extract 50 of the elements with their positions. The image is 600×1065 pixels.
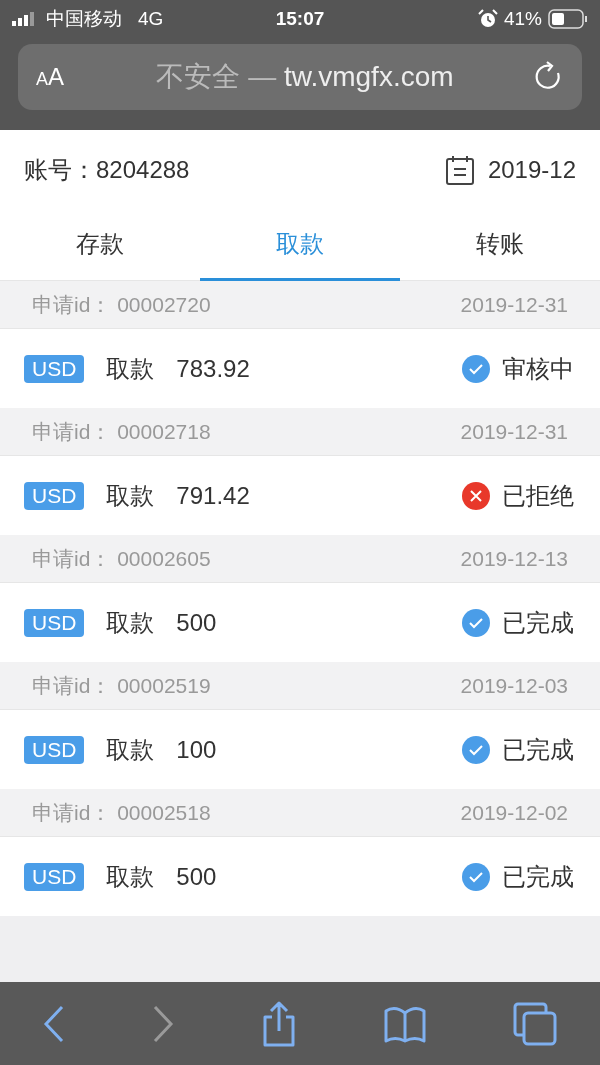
transaction-type: 取款 [106, 607, 155, 638]
status-label: 已完成 [502, 861, 574, 892]
amount: 783.92 [176, 354, 250, 383]
check-circle-icon [462, 735, 490, 764]
request-id: 申请id： 00002518 [32, 799, 211, 826]
tab[interactable]: 存款 [0, 210, 200, 281]
status-label: 已拒绝 [502, 480, 574, 511]
currency-tag: USD [24, 481, 85, 510]
text-size-button[interactable]: AA [36, 63, 76, 91]
carrier-name: 中国移动 [46, 7, 122, 31]
network-type: 4G [138, 8, 164, 30]
check-circle-icon [462, 354, 490, 383]
tabs-icon[interactable] [511, 1000, 558, 1047]
request-date: 2019-12-03 [460, 673, 568, 698]
request-id: 申请id： 00002720 [32, 291, 211, 318]
amount: 791.42 [176, 481, 250, 510]
currency-tag: USD [24, 862, 85, 891]
account-number: 账号：8204288 [24, 155, 190, 185]
tab[interactable]: 转账 [400, 210, 600, 281]
calendar-icon[interactable] [445, 155, 474, 185]
month-picker[interactable]: 2019-12 [487, 156, 576, 184]
currency-tag: USD [24, 354, 85, 383]
request-id: 申请id： 00002519 [32, 672, 211, 699]
check-circle-icon [462, 862, 490, 891]
amount: 100 [176, 735, 217, 764]
battery-percent: 41% [503, 8, 542, 30]
status-label: 已完成 [502, 607, 574, 638]
amount: 500 [176, 862, 217, 891]
request-date: 2019-12-31 [460, 419, 568, 444]
clock-time: 15:07 [275, 8, 325, 29]
transaction-type: 取款 [106, 861, 155, 892]
alarm-clock-icon [477, 9, 498, 29]
request-id: 申请id： 00002718 [32, 418, 211, 445]
book-icon[interactable] [382, 1004, 427, 1043]
cross-circle-icon [462, 481, 490, 510]
transaction-type: 取款 [106, 480, 155, 511]
transaction-type: 取款 [106, 353, 155, 384]
request-date: 2019-12-13 [460, 546, 568, 571]
request-date: 2019-12-31 [460, 292, 568, 317]
battery-icon [548, 9, 588, 29]
check-circle-icon [462, 608, 490, 637]
currency-tag: USD [24, 735, 85, 764]
status-label: 审核中 [502, 353, 574, 384]
request-id: 申请id： 00002605 [32, 545, 211, 572]
currency-tag: USD [24, 608, 85, 637]
address-field[interactable]: 不安全 — tw.vmgfx.com [88, 58, 522, 96]
status-label: 已完成 [502, 734, 574, 765]
transaction-type: 取款 [106, 734, 155, 765]
request-date: 2019-12-02 [460, 800, 568, 825]
amount: 500 [176, 608, 217, 637]
